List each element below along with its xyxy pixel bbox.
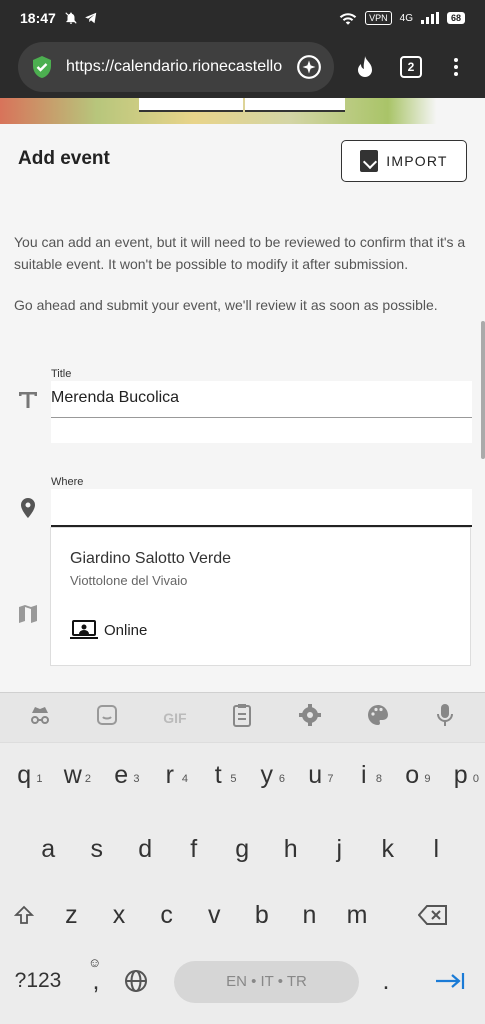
on-screen-keyboard: GIF q1 w2 e3 r4 t5 y6 u7 i8 o9 p0 a s d …	[0, 692, 485, 1024]
key-h[interactable]: h	[267, 823, 316, 875]
key-m[interactable]: m	[333, 889, 381, 941]
key-b[interactable]: b	[238, 889, 286, 941]
key-z[interactable]: z	[48, 889, 96, 941]
globe-icon	[125, 970, 147, 992]
more-menu-icon[interactable]	[448, 55, 464, 81]
next-field-key[interactable]	[420, 955, 480, 1007]
suggestion-place-name[interactable]: Giardino Salotto Verde	[70, 550, 231, 568]
key-i[interactable]: i8	[340, 749, 389, 801]
vpn-badge: VPN	[365, 11, 392, 25]
key-l[interactable]: l	[412, 823, 461, 875]
status-time: 18:47	[20, 10, 56, 26]
key-r[interactable]: r4	[146, 749, 195, 801]
sticker-icon[interactable]	[90, 704, 124, 731]
key-j[interactable]: j	[315, 823, 364, 875]
keyboard-row-1: q1 w2 e3 r4 t5 y6 u7 i8 o9 p0	[0, 749, 485, 801]
laptop-icon	[70, 620, 98, 639]
location-pin-icon	[21, 498, 35, 518]
muted-bell-icon	[65, 12, 77, 24]
backspace-key[interactable]	[381, 889, 485, 941]
shield-check-icon[interactable]	[30, 55, 54, 79]
key-n[interactable]: n	[286, 889, 334, 941]
intro-text: You can add an event, but it will need t…	[14, 234, 466, 272]
emoji-hint-icon: ☺	[88, 955, 102, 970]
key-c[interactable]: c	[143, 889, 191, 941]
tab-count-button[interactable]: 2	[400, 56, 422, 78]
key-d[interactable]: d	[121, 823, 170, 875]
key-e[interactable]: e3	[97, 749, 146, 801]
keyboard-row-3: z x c v b n m	[0, 889, 485, 941]
space-bar[interactable]: EN • IT • TR	[174, 961, 359, 1003]
signal-icon	[420, 12, 439, 24]
title-input[interactable]: Merenda Bucolica	[51, 389, 179, 407]
key-t[interactable]: t5	[194, 749, 243, 801]
header-image-strip	[0, 98, 485, 124]
title-label: Title	[51, 368, 72, 380]
suggestion-place-address: Viottolone del Vivaio	[70, 573, 188, 588]
page-title: Add event	[18, 148, 110, 169]
key-v[interactable]: v	[190, 889, 238, 941]
map-icon	[19, 605, 37, 623]
comma-key[interactable]: ☺ ,	[76, 955, 116, 1007]
url-text[interactable]: https://calendario.rionecastello	[66, 58, 288, 76]
shift-arrow-icon	[13, 905, 34, 924]
where-label: Where	[51, 476, 84, 488]
key-a[interactable]: a	[24, 823, 73, 875]
key-x[interactable]: x	[95, 889, 143, 941]
gif-button[interactable]: GIF	[158, 710, 192, 726]
key-f[interactable]: f	[170, 823, 219, 875]
url-bar[interactable]: https://calendario.rionecastello	[18, 42, 334, 92]
tab-arrow-icon	[436, 973, 465, 989]
import-button[interactable]: IMPORT	[341, 140, 467, 182]
location-suggestions: Giardino Salotto Verde Viottolone del Vi…	[50, 527, 471, 666]
review-note: Go ahead and submit your event, we'll re…	[14, 297, 438, 313]
sparkle-chat-icon[interactable]	[296, 54, 322, 80]
key-g[interactable]: g	[218, 823, 267, 875]
scrollbar[interactable]	[481, 321, 485, 459]
microphone-icon[interactable]	[428, 703, 462, 732]
shift-key[interactable]	[0, 889, 48, 941]
header-tab-left[interactable]	[139, 98, 243, 112]
suggestion-online[interactable]: Online	[70, 620, 147, 640]
key-u[interactable]: u7	[291, 749, 340, 801]
text-format-icon	[19, 392, 37, 408]
key-p[interactable]: p0	[437, 749, 485, 801]
flame-icon[interactable]	[353, 55, 377, 81]
battery-indicator: 68	[446, 12, 465, 24]
language-key[interactable]	[116, 955, 156, 1007]
key-q[interactable]: q1	[0, 749, 49, 801]
key-y[interactable]: y6	[243, 749, 292, 801]
wifi-icon	[339, 13, 357, 25]
keyboard-toolbar: GIF	[0, 693, 485, 743]
backspace-icon	[417, 905, 447, 925]
period-key[interactable]: .	[362, 955, 410, 1007]
key-k[interactable]: k	[364, 823, 413, 875]
add-event-card: Add event IMPORT You can add an event, b…	[0, 124, 485, 692]
network-type: 4G	[399, 12, 413, 24]
settings-gear-icon[interactable]	[293, 703, 327, 732]
telegram-icon	[84, 12, 97, 24]
online-label: Online	[104, 621, 148, 639]
incognito-icon[interactable]	[23, 705, 57, 730]
palette-icon[interactable]	[361, 703, 395, 732]
where-input[interactable]	[51, 489, 472, 527]
key-w[interactable]: w2	[49, 749, 98, 801]
key-s[interactable]: s	[73, 823, 122, 875]
clipboard-icon[interactable]	[225, 703, 259, 732]
status-bar: 18:47 VPN 4G 68	[0, 0, 485, 36]
header-tab-right[interactable]	[245, 98, 345, 112]
key-o[interactable]: o9	[388, 749, 437, 801]
import-button-label: IMPORT	[386, 153, 448, 169]
symbols-key[interactable]: ?123	[0, 955, 76, 1007]
keyboard-row-2: a s d f g h j k l	[0, 823, 485, 875]
file-import-icon	[360, 150, 379, 172]
